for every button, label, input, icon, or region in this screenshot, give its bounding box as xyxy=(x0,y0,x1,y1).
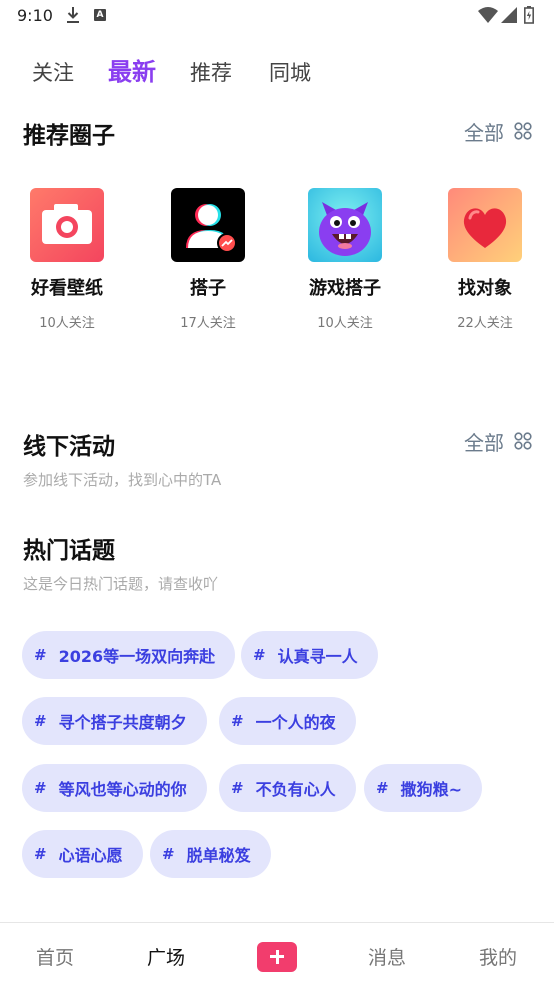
hot-topics-subtitle: 这是今日热门话题，请查收吖 xyxy=(23,575,219,593)
nav-profile[interactable]: 我的 xyxy=(479,943,517,970)
circle-card-partner[interactable]: 搭子 17人关注 xyxy=(148,188,268,331)
battery-icon xyxy=(524,6,534,24)
tab-follow[interactable]: 关注 xyxy=(32,56,74,90)
topic-tag[interactable]: # 2026等一场双向奔赴 xyxy=(22,631,236,679)
recommend-circles-more-link[interactable]: 全部 xyxy=(464,118,532,145)
nav-messages[interactable]: 消息 xyxy=(368,943,406,970)
topic-tag-label: 脱单秘笈 xyxy=(186,846,251,865)
offline-events-more-link[interactable]: 全部 xyxy=(464,428,532,455)
bottom-nav: 首页 广场 消息 我的 xyxy=(0,922,554,984)
more-text: 全部 xyxy=(464,120,504,145)
status-bar: 9:10 A xyxy=(0,0,554,32)
signal-icon xyxy=(501,7,517,23)
hashtag-icon: # xyxy=(231,779,244,797)
tab-same-city[interactable]: 同城 xyxy=(269,56,311,90)
camera-icon xyxy=(30,188,104,262)
topic-tag-label: 认真寻一人 xyxy=(277,647,358,666)
topic-tag-label: 一个人的夜 xyxy=(255,713,336,732)
wifi-icon xyxy=(478,7,498,23)
circle-card-game-partner[interactable]: 游戏搭子 10人关注 xyxy=(285,188,405,331)
topic-tag[interactable]: # 寻个搭子共度朝夕 xyxy=(22,697,207,745)
recommend-circles-title: 推荐圈子 xyxy=(23,123,115,149)
offline-events-subtitle: 参加线下活动，找到心中的TA xyxy=(23,471,222,489)
hashtag-icon: # xyxy=(253,646,266,664)
circle-name: 搭子 xyxy=(190,278,226,299)
circle-follow-count: 22人关注 xyxy=(457,316,513,331)
circle-name: 好看壁纸 xyxy=(31,278,103,299)
topic-tag[interactable]: # 撒狗粮~ xyxy=(364,764,482,812)
hashtag-icon: # xyxy=(34,712,47,730)
grid-icon xyxy=(514,432,532,450)
topic-tag-label: 等风也等心动的你 xyxy=(58,780,187,799)
tab-latest[interactable]: 最新 xyxy=(108,55,156,89)
topic-tag[interactable]: # 脱单秘笈 xyxy=(150,830,271,878)
topic-tag[interactable]: # 认真寻一人 xyxy=(241,631,378,679)
offline-events-title: 线下活动 xyxy=(23,434,115,460)
hashtag-icon: # xyxy=(231,712,244,730)
topic-tag[interactable]: # 等风也等心动的你 xyxy=(22,764,207,812)
topic-tag-label: 心语心愿 xyxy=(58,846,123,865)
circle-follow-count: 10人关注 xyxy=(317,316,373,331)
more-text: 全部 xyxy=(464,430,504,455)
hashtag-icon: # xyxy=(162,845,175,863)
topic-tag[interactable]: # 心语心愿 xyxy=(22,830,143,878)
topic-tag-label: 寻个搭子共度朝夕 xyxy=(58,713,187,732)
topic-tag[interactable]: # 不负有心人 xyxy=(219,764,356,812)
partner-icon xyxy=(171,188,245,262)
hot-topics-title: 热门话题 xyxy=(23,538,115,564)
circle-card-wallpaper[interactable]: 好看壁纸 10人关注 xyxy=(7,188,127,331)
a-notification-icon: A xyxy=(94,9,106,21)
topic-tag-label: 撒狗粮~ xyxy=(400,780,462,799)
circle-follow-count: 17人关注 xyxy=(180,316,236,331)
circle-name: 游戏搭子 xyxy=(309,278,381,299)
topic-tag-label: 不负有心人 xyxy=(255,780,336,799)
circle-name: 找对象 xyxy=(458,278,512,299)
tab-recommend[interactable]: 推荐 xyxy=(190,56,232,90)
nav-square[interactable]: 广场 xyxy=(147,943,185,970)
grid-icon xyxy=(514,122,532,140)
hashtag-icon: # xyxy=(34,646,47,664)
heart-icon xyxy=(448,188,522,262)
hashtag-icon: # xyxy=(376,779,389,797)
topic-tag[interactable]: # 一个人的夜 xyxy=(219,697,356,745)
hashtag-icon: # xyxy=(34,779,47,797)
circle-follow-count: 10人关注 xyxy=(39,316,95,331)
nav-home[interactable]: 首页 xyxy=(36,943,74,970)
download-icon xyxy=(67,7,79,23)
add-icon[interactable] xyxy=(257,942,297,972)
hashtag-icon: # xyxy=(34,845,47,863)
status-time: 9:10 xyxy=(17,6,53,25)
game-monster-icon xyxy=(308,188,382,262)
topic-tag-label: 2026等一场双向奔赴 xyxy=(58,647,216,666)
circle-card-find-partner[interactable]: 找对象 22人关注 xyxy=(425,188,545,331)
